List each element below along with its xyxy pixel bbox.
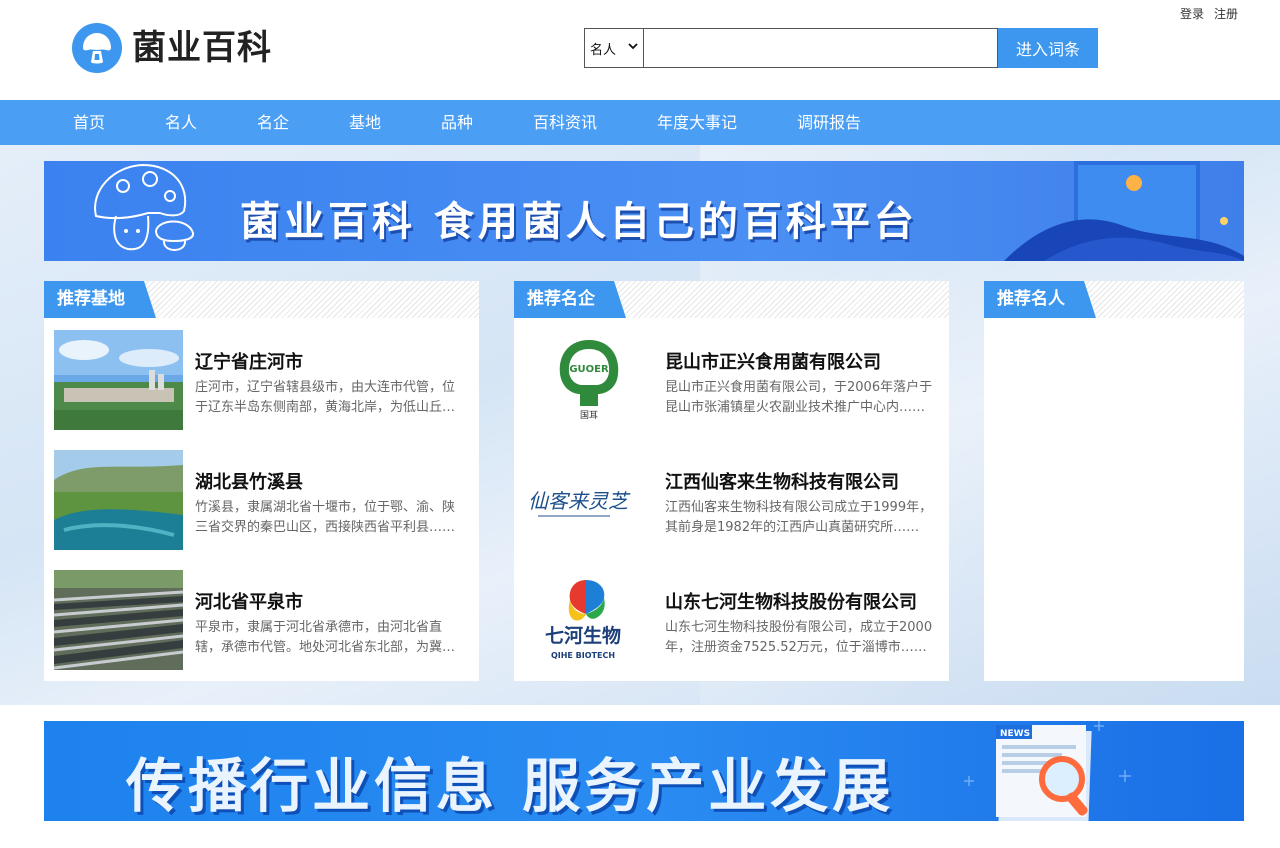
bottom-banner[interactable]: 传播行业信息 服务产业发展 NEWS [44, 721, 1244, 821]
base-thumbnail[interactable] [54, 570, 183, 670]
main-nav: 首页 名人 名企 基地 品种 百科资讯 年度大事记 调研报告 [0, 100, 1280, 145]
nav-news[interactable]: 百科资讯 [533, 100, 597, 145]
item-title[interactable]: 辽宁省庄河市 [195, 348, 303, 374]
mushroom-mascot-icon [94, 163, 195, 251]
mushroom-logo-icon [72, 23, 122, 73]
item-title[interactable]: 河北省平泉市 [195, 588, 303, 614]
guoer-logo-text: GUOER [569, 364, 609, 375]
login-link[interactable]: 登录 [1180, 5, 1204, 22]
nav-bases[interactable]: 基地 [349, 100, 381, 145]
top-banner-slogan: 菌业百科 食用菌人自己的百科平台 [240, 199, 918, 245]
list-item[interactable]: 河北省平泉市 平泉市，隶属于河北省承德市，由河北省直辖，承德市代管。地处河北省东… [54, 570, 474, 670]
search-input[interactable] [644, 28, 998, 68]
qihe-logo-text: 七河生物 [545, 624, 621, 647]
panel-header: 推荐名人 [984, 281, 1244, 318]
nav-celebrities[interactable]: 名人 [165, 100, 197, 145]
search-button[interactable]: 进入词条 [998, 28, 1098, 68]
landscape-illustration-icon [1004, 161, 1244, 261]
company-logo[interactable]: GUOER 国耳 [524, 330, 653, 430]
panel-title: 推荐名企 [514, 281, 626, 318]
item-description: 山东七河生物科技股份有限公司，成立于2000年，注册资金7525.52万元，位于… [665, 620, 933, 655]
company-logo[interactable]: 仙客来灵芝 [524, 450, 653, 550]
search-category-select[interactable]: 名人 [584, 28, 644, 68]
nav-annual-events[interactable]: 年度大事记 [657, 100, 737, 145]
search-bar: 名人 进入词条 [584, 28, 1098, 68]
news-magnifier-icon: NEWS [964, 721, 1131, 821]
item-description: 平泉市，隶属于河北省承德市，由河北省直辖，承德市代管。地处河北省东北部，为冀辽蒙… [195, 620, 456, 655]
qihe-logo-sub: QIHE BIOTECH [551, 651, 615, 660]
register-link[interactable]: 注册 [1214, 5, 1238, 22]
list-item[interactable]: 仙客来灵芝 江西仙客来生物科技有限公司 江西仙客来生物科技有限公司成立于1999… [524, 450, 944, 550]
site-logo[interactable]: 菌业百科 [72, 23, 272, 73]
item-description: 江西仙客来生物科技有限公司成立于1999年，其前身是1982年的江西庐山真菌研究… [665, 500, 933, 535]
guoer-logo-sub: 国耳 [580, 410, 598, 421]
top-links: 登录 注册 [1180, 5, 1238, 22]
item-description: 竹溪县，隶属湖北省十堰市，位于鄂、渝、陕三省交界的秦巴山区，西接陕西省平利县…… [195, 500, 456, 535]
list-item[interactable]: 辽宁省庄河市 庄河市，辽宁省辖县级市，由大连市代管，位于辽东半岛东侧南部，黄海北… [54, 330, 474, 430]
top-banner[interactable]: 菌业百科 食用菌人自己的百科平台 [44, 161, 1244, 261]
list-item[interactable]: 七河生物 QIHE BIOTECH 山东七河生物科技股份有限公司 山东七河生物科… [524, 570, 944, 670]
item-title[interactable]: 江西仙客来生物科技有限公司 [665, 468, 899, 494]
bottom-banner-slogan: 传播行业信息 服务产业发展 [126, 752, 895, 820]
nav-companies[interactable]: 名企 [257, 100, 289, 145]
item-title[interactable]: 湖北县竹溪县 [195, 468, 303, 494]
item-title[interactable]: 山东七河生物科技股份有限公司 [665, 588, 917, 614]
nav-home[interactable]: 首页 [73, 100, 105, 145]
panel-header: 推荐名企 [514, 281, 949, 318]
search-category-value: 名人 [590, 42, 617, 58]
recommended-people-panel: 推荐名人 [984, 281, 1244, 681]
item-description: 庄河市，辽宁省辖县级市，由大连市代管，位于辽东半岛东侧南部，黄海北岸，为低山丘陵… [195, 380, 456, 415]
recommended-bases-panel: 推荐基地 辽宁省庄河市 庄河市，辽宁省辖县级市，由大连市代管，位于辽东半岛东侧南… [44, 281, 479, 681]
recommended-companies-panel: 推荐名企 GUOER 国耳 昆山市正兴食用菌有限公司 昆山市正兴食用菌有限公司，… [514, 281, 949, 681]
nav-varieties[interactable]: 品种 [441, 100, 473, 145]
base-thumbnail[interactable] [54, 330, 183, 430]
base-thumbnail[interactable] [54, 450, 183, 550]
list-item[interactable]: GUOER 国耳 昆山市正兴食用菌有限公司 昆山市正兴食用菌有限公司，于2006… [524, 330, 944, 430]
item-title[interactable]: 昆山市正兴食用菌有限公司 [665, 348, 881, 374]
panel-header: 推荐基地 [44, 281, 479, 318]
list-item[interactable]: 湖北县竹溪县 竹溪县，隶属湖北省十堰市，位于鄂、渝、陕三省交界的秦巴山区，西接陕… [54, 450, 474, 550]
nav-reports[interactable]: 调研报告 [797, 100, 861, 145]
site-name: 菌业百科 [132, 28, 272, 68]
xiankelai-logo-text: 仙客来灵芝 [528, 489, 631, 513]
item-description: 昆山市正兴食用菌有限公司，于2006年落户于昆山市张浦镇星火农副业技术推广中心内… [665, 380, 933, 415]
news-badge-text: NEWS [1000, 729, 1030, 739]
company-logo[interactable]: 七河生物 QIHE BIOTECH [524, 570, 653, 670]
chevron-down-icon [627, 40, 639, 56]
panel-title: 推荐基地 [44, 281, 156, 318]
panel-title: 推荐名人 [984, 281, 1096, 318]
